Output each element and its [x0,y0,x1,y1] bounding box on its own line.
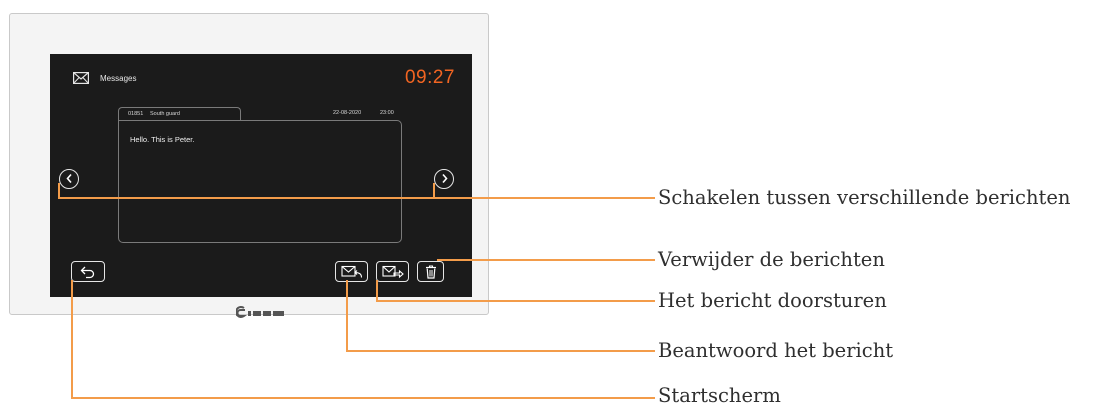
callout-delete: Verwijder de berichten [658,248,885,271]
callout-line-reply [346,280,655,352]
callout-switch-messages: Schakelen tussen verschillende berichten [658,186,1071,209]
callout-forward: Het bericht doorsturen [658,289,887,312]
callout-line-forward [376,280,655,302]
callout-reply: Beantwoord het bericht [658,339,894,362]
callout-home: Startscherm [658,384,781,407]
callout-line-home [71,280,655,399]
callout-line-switch [58,183,655,199]
